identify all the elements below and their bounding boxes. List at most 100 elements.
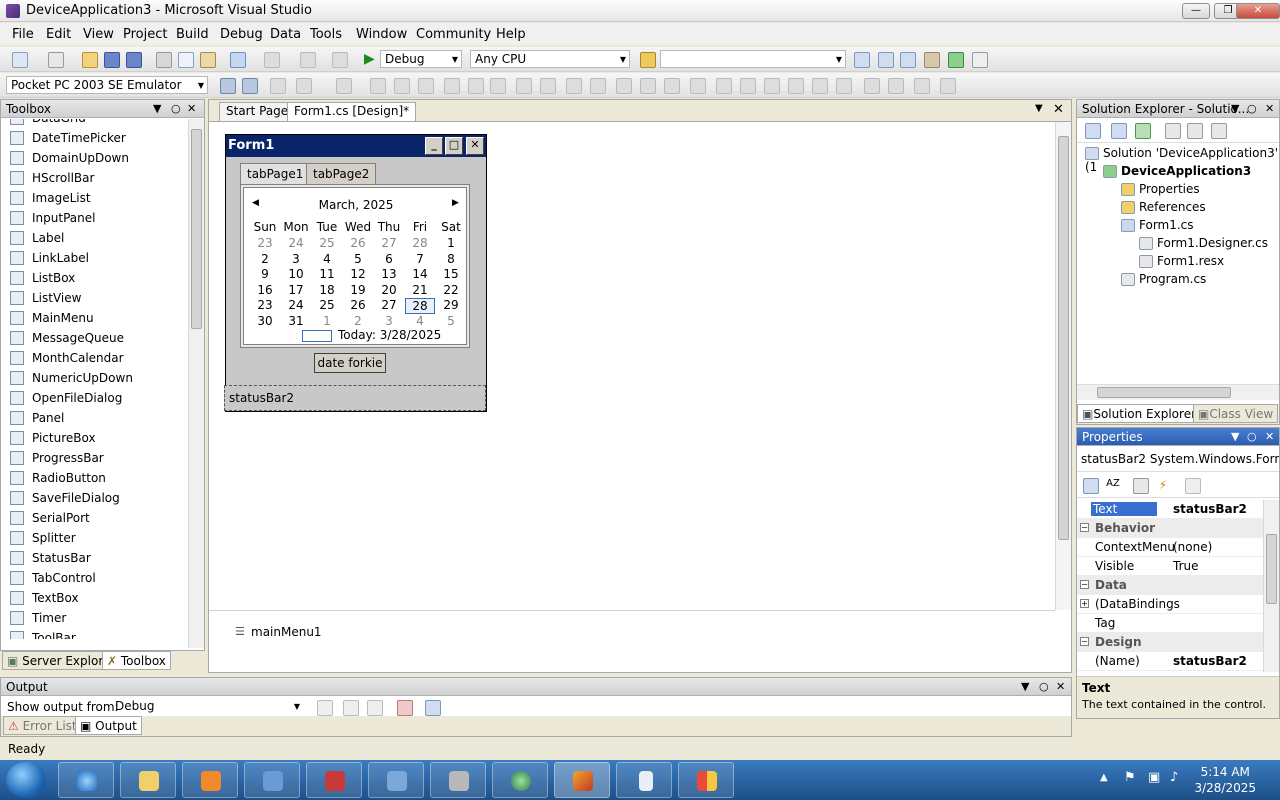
taskbar-remote-desktop[interactable]: [244, 762, 300, 798]
calendar-day[interactable]: 15: [436, 267, 466, 281]
toolbox-item[interactable]: ImageList: [1, 188, 189, 208]
menu-tools[interactable]: Tools: [310, 27, 342, 42]
clear-all-icon[interactable]: [397, 700, 413, 716]
calendar-day[interactable]: 26: [343, 298, 373, 312]
network-icon[interactable]: ▣: [1148, 770, 1160, 785]
close-icon[interactable]: ✕: [1265, 430, 1274, 443]
tab-page1[interactable]: tabPage1: [240, 163, 311, 185]
collapse-icon[interactable]: −: [1080, 637, 1089, 646]
calendar-next-icon[interactable]: ▶: [452, 198, 459, 208]
go-to-next-icon[interactable]: [367, 700, 383, 716]
taskbar-pocket-pc-emulator[interactable]: [616, 762, 672, 798]
property-row[interactable]: Visible True: [1077, 557, 1263, 576]
toolbox-item[interactable]: Label: [1, 228, 189, 248]
navigate-backward-icon[interactable]: [300, 52, 316, 68]
solution-tree-item[interactable]: Form1.cs: [1121, 218, 1194, 232]
platform-combo[interactable]: Any CPU ▼: [470, 50, 630, 68]
tab-order-icon[interactable]: [888, 78, 904, 94]
decrease-spacing-icon[interactable]: [616, 78, 632, 94]
design-surface[interactable]: Form1 _ □ ✕ tabPage1 tabPage2 ◀ March, 2…: [209, 122, 1071, 610]
toolbox-item[interactable]: HScrollBar: [1, 168, 189, 188]
calendar-day[interactable]: 22: [436, 283, 466, 297]
format-icon[interactable]: [914, 78, 930, 94]
increase-spacing-icon[interactable]: [590, 78, 606, 94]
calendar-day[interactable]: 14: [405, 267, 435, 281]
solution-config-combo[interactable]: Debug ▼: [380, 50, 462, 68]
add-item-icon[interactable]: [48, 52, 64, 68]
designer-vscroll[interactable]: [1055, 122, 1071, 610]
navigate-forward-icon[interactable]: [332, 52, 348, 68]
toolbox-item[interactable]: Panel: [1, 408, 189, 428]
tab-control[interactable]: tabPage1 tabPage2 ◀ March, 2025 ▶ Today:…: [240, 163, 470, 349]
properties-scrollbar[interactable]: [1263, 500, 1279, 672]
copy-icon[interactable]: [178, 52, 194, 68]
property-row[interactable]: ContextMenu (none): [1077, 538, 1263, 557]
new-project-icon[interactable]: [12, 52, 28, 68]
property-row[interactable]: (Name) statusBar2: [1077, 652, 1263, 671]
calendar-day[interactable]: 11: [312, 267, 342, 281]
object-selector[interactable]: statusBar2 System.Windows.Form: [1077, 448, 1279, 472]
open-icon[interactable]: [82, 52, 98, 68]
toolbox-item[interactable]: ProgressBar: [1, 448, 189, 468]
increase-vertical-spacing-icon[interactable]: [690, 78, 706, 94]
decrease-vertical-spacing-icon[interactable]: [716, 78, 732, 94]
toolbox-item[interactable]: Splitter: [1, 528, 189, 548]
taskbar-visual-studio[interactable]: [554, 762, 610, 798]
start-debugging-icon[interactable]: ▶: [364, 52, 380, 68]
calendar-day[interactable]: 27: [374, 236, 404, 250]
taskbar-explorer[interactable]: [120, 762, 176, 798]
taskbar-device-emulator-manager[interactable]: [368, 762, 424, 798]
make-same-size-icon[interactable]: [516, 78, 532, 94]
taskbar-tools[interactable]: [430, 762, 486, 798]
make-same-width-icon[interactable]: [468, 78, 484, 94]
calendar-day[interactable]: 12: [343, 267, 373, 281]
system-clock[interactable]: 5:14 AM 3/28/2025: [1194, 764, 1256, 796]
tab-page2[interactable]: tabPage2: [306, 163, 377, 185]
calendar-day[interactable]: 17: [281, 283, 311, 297]
toolbox-item[interactable]: SerialPort: [1, 508, 189, 528]
calendar-day[interactable]: 3: [281, 252, 311, 266]
refresh-icon[interactable]: [1135, 123, 1151, 139]
redo-icon[interactable]: [264, 52, 280, 68]
undo-icon[interactable]: [230, 52, 246, 68]
toolbox-item[interactable]: NumericUpDown: [1, 368, 189, 388]
menu-help[interactable]: Help: [496, 27, 526, 42]
property-pages-icon[interactable]: [1185, 478, 1201, 494]
toolbox-item[interactable]: OpenFileDialog: [1, 388, 189, 408]
property-category[interactable]: − Data: [1077, 576, 1263, 595]
calendar-day[interactable]: 4: [312, 252, 342, 266]
events-icon[interactable]: ⚡: [1155, 478, 1171, 494]
target-device-combo[interactable]: Pocket PC 2003 SE Emulator ▼: [6, 76, 208, 94]
calendar-selected-day[interactable]: 28: [405, 298, 435, 314]
menu-window[interactable]: Window: [356, 27, 407, 42]
close-icon[interactable]: ✕: [1265, 102, 1274, 115]
toolbox-item[interactable]: MonthCalendar: [1, 348, 189, 368]
menu-data[interactable]: Data: [270, 27, 301, 42]
start-page-icon[interactable]: [948, 52, 964, 68]
align-tops-icon[interactable]: [394, 78, 410, 94]
close-document-icon[interactable]: ✕: [1053, 102, 1064, 117]
calendar-day[interactable]: 2: [250, 252, 280, 266]
start-button[interactable]: [6, 762, 46, 798]
close-button[interactable]: ✕: [1236, 3, 1280, 19]
solution-tree-item[interactable]: Program.cs: [1121, 272, 1206, 286]
toolbox-item[interactable]: StatusBar: [1, 548, 189, 568]
toolbox-item[interactable]: MainMenu: [1, 308, 189, 328]
property-row[interactable]: Tag: [1077, 614, 1263, 633]
calendar-day[interactable]: 16: [250, 283, 280, 297]
taskbar-media-player[interactable]: [182, 762, 238, 798]
calendar-day[interactable]: 23: [250, 236, 280, 250]
bring-to-front-icon[interactable]: [812, 78, 828, 94]
calendar-day[interactable]: 31: [281, 314, 311, 328]
calendar-day[interactable]: 3: [374, 314, 404, 328]
size-to-grid-icon[interactable]: [540, 78, 556, 94]
form1-designer[interactable]: Form1 _ □ ✕ tabPage1 tabPage2 ◀ March, 2…: [224, 134, 487, 412]
calendar-day[interactable]: 4: [405, 314, 435, 328]
toolbox-item[interactable]: SaveFileDialog: [1, 488, 189, 508]
scrollbar-thumb[interactable]: [1058, 136, 1069, 540]
calendar-day[interactable]: 1: [436, 236, 466, 250]
taskbar-office-app[interactable]: [678, 762, 734, 798]
property-value[interactable]: statusBar2: [1173, 502, 1247, 516]
scrollbar-thumb[interactable]: [191, 129, 202, 329]
calendar-day[interactable]: 25: [312, 298, 342, 312]
